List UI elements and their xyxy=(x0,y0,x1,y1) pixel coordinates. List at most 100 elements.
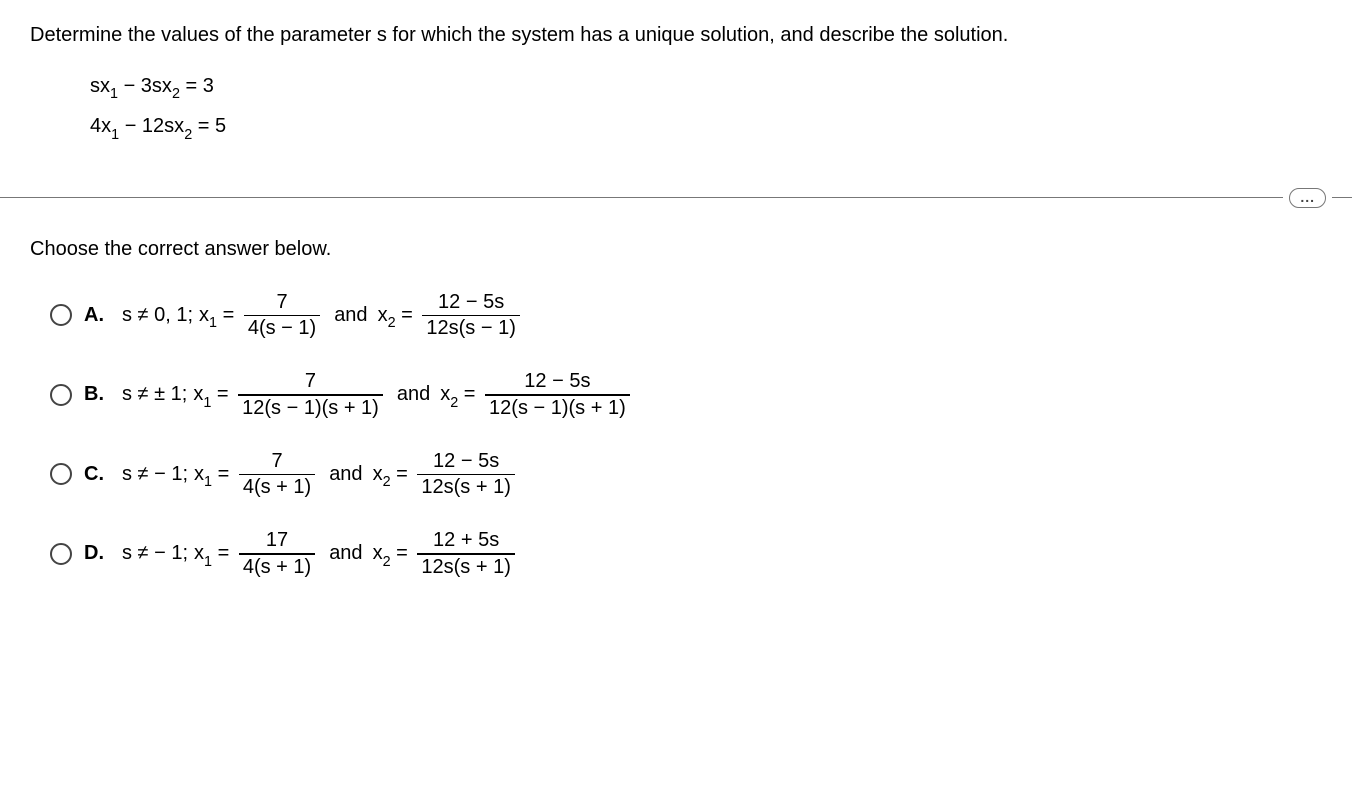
frac-den: 4(s + 1) xyxy=(239,556,315,579)
radio-c[interactable] xyxy=(50,463,72,485)
option-d-frac1: 17 4(s + 1) xyxy=(239,529,315,579)
option-a-frac1: 7 4(s − 1) xyxy=(244,291,320,341)
and-word: and xyxy=(397,383,430,406)
eq2-term2: − 12sx xyxy=(119,115,184,137)
frac-num: 17 xyxy=(262,529,292,552)
x2-sub: 2 xyxy=(388,315,396,331)
option-d-label: D. xyxy=(84,542,104,565)
radio-b[interactable] xyxy=(50,384,72,406)
divider-line-left xyxy=(0,197,1283,198)
eq-sign: = xyxy=(212,463,235,485)
eq-sign: = xyxy=(212,542,235,564)
radio-d[interactable] xyxy=(50,543,72,565)
x1-var: x xyxy=(193,383,203,405)
eq-sign: = xyxy=(391,542,414,564)
option-c-frac1: 7 4(s + 1) xyxy=(239,450,315,500)
frac-num: 7 xyxy=(267,450,286,473)
and-word: and xyxy=(329,542,362,565)
eq-sign: = xyxy=(396,304,419,326)
x1-var: x xyxy=(194,542,204,564)
radio-a[interactable] xyxy=(50,304,72,326)
eq1-term1: sx xyxy=(90,75,110,97)
frac-den: 12(s − 1)(s + 1) xyxy=(238,397,383,420)
eq-sign: = xyxy=(458,383,481,405)
frac-line xyxy=(239,553,315,555)
frac-line xyxy=(485,394,630,396)
frac-num: 12 + 5s xyxy=(429,529,503,552)
x1-sub: 1 xyxy=(204,554,212,570)
option-c-body: s ≠ − 1; x1 = 7 4(s + 1) and x2 = 12 − 5… xyxy=(122,450,519,500)
eq1-rhs: = 3 xyxy=(180,75,214,97)
eq-sign: = xyxy=(217,304,240,326)
option-a-frac2: 12 − 5s 12s(s − 1) xyxy=(422,291,519,341)
x2-sub: 2 xyxy=(383,554,391,570)
x1-sub: 1 xyxy=(203,395,211,411)
frac-line xyxy=(422,315,519,317)
eq-sign: = xyxy=(211,383,234,405)
frac-num: 12 − 5s xyxy=(429,450,503,473)
eq2-rhs: = 5 xyxy=(192,115,226,137)
frac-den: 12s(s − 1) xyxy=(422,317,519,340)
option-d-frac2: 12 + 5s 12s(s + 1) xyxy=(417,529,514,579)
x2-var: x xyxy=(440,383,450,405)
x2-var: x xyxy=(373,542,383,564)
frac-line xyxy=(244,315,320,317)
option-d-body: s ≠ − 1; x1 = 17 4(s + 1) and x2 = 12 + … xyxy=(122,529,519,579)
answer-options: A. s ≠ 0, 1; x1 = 7 4(s − 1) and x2 = 12… xyxy=(50,291,1322,579)
eq1-sub1: 1 xyxy=(110,86,118,102)
x2-var: x xyxy=(378,304,388,326)
question-text: Determine the values of the parameter s … xyxy=(30,24,1322,47)
frac-num: 12 − 5s xyxy=(434,291,508,314)
eq2-sub2: 2 xyxy=(184,127,192,143)
x1-sub: 1 xyxy=(209,315,217,331)
frac-den: 12(s − 1)(s + 1) xyxy=(485,397,630,420)
frac-num: 12 − 5s xyxy=(520,370,594,393)
option-b-body: s ≠ ± 1; x1 = 7 12(s − 1)(s + 1) and x2 … xyxy=(122,370,634,420)
x2-var: x xyxy=(373,463,383,485)
option-d[interactable]: D. s ≠ − 1; x1 = 17 4(s + 1) and x2 = 12… xyxy=(50,529,1322,579)
frac-line xyxy=(417,474,514,476)
frac-den: 4(s − 1) xyxy=(244,317,320,340)
equation-1: sx1 − 3sx2 = 3 xyxy=(90,67,1322,107)
eq1-sub2: 2 xyxy=(172,86,180,102)
option-a-condition: s ≠ 0, 1; xyxy=(122,304,193,327)
system-equations: sx1 − 3sx2 = 3 4x1 − 12sx2 = 5 xyxy=(90,67,1322,148)
option-c-frac2: 12 − 5s 12s(s + 1) xyxy=(417,450,514,500)
eq-sign: = xyxy=(391,463,414,485)
option-c-label: C. xyxy=(84,463,104,486)
and-word: and xyxy=(329,463,362,486)
more-options-button[interactable]: ... xyxy=(1289,188,1326,208)
and-word: and xyxy=(334,304,367,327)
eq2-sub1: 1 xyxy=(111,127,119,143)
x1-var: x xyxy=(194,463,204,485)
frac-den: 4(s + 1) xyxy=(239,476,315,499)
frac-num: 7 xyxy=(272,291,291,314)
option-d-condition: s ≠ − 1; xyxy=(122,542,188,565)
option-b-label: B. xyxy=(84,383,104,406)
frac-line xyxy=(239,474,315,476)
frac-num: 7 xyxy=(301,370,320,393)
option-a-label: A. xyxy=(84,304,104,327)
frac-den: 12s(s + 1) xyxy=(417,476,514,499)
frac-line xyxy=(417,553,514,555)
option-b-frac2: 12 − 5s 12(s − 1)(s + 1) xyxy=(485,370,630,420)
option-b-frac1: 7 12(s − 1)(s + 1) xyxy=(238,370,383,420)
option-a-body: s ≠ 0, 1; x1 = 7 4(s − 1) and x2 = 12 − … xyxy=(122,291,524,341)
x1-sub: 1 xyxy=(204,474,212,490)
choose-prompt: Choose the correct answer below. xyxy=(30,238,1322,261)
x1-var: x xyxy=(199,304,209,326)
frac-line xyxy=(238,394,383,396)
x2-sub: 2 xyxy=(383,474,391,490)
eq2-term1: 4x xyxy=(90,115,111,137)
frac-den: 12s(s + 1) xyxy=(417,556,514,579)
eq1-term2: − 3sx xyxy=(118,75,172,97)
option-a[interactable]: A. s ≠ 0, 1; x1 = 7 4(s − 1) and x2 = 12… xyxy=(50,291,1322,341)
option-c[interactable]: C. s ≠ − 1; x1 = 7 4(s + 1) and x2 = 12 … xyxy=(50,450,1322,500)
x2-sub: 2 xyxy=(450,395,458,411)
option-b[interactable]: B. s ≠ ± 1; x1 = 7 12(s − 1)(s + 1) and … xyxy=(50,370,1322,420)
divider: ... xyxy=(0,188,1352,208)
option-b-condition: s ≠ ± 1; xyxy=(122,383,187,406)
divider-line-right xyxy=(1332,197,1352,198)
option-c-condition: s ≠ − 1; xyxy=(122,463,188,486)
equation-2: 4x1 − 12sx2 = 5 xyxy=(90,107,1322,147)
